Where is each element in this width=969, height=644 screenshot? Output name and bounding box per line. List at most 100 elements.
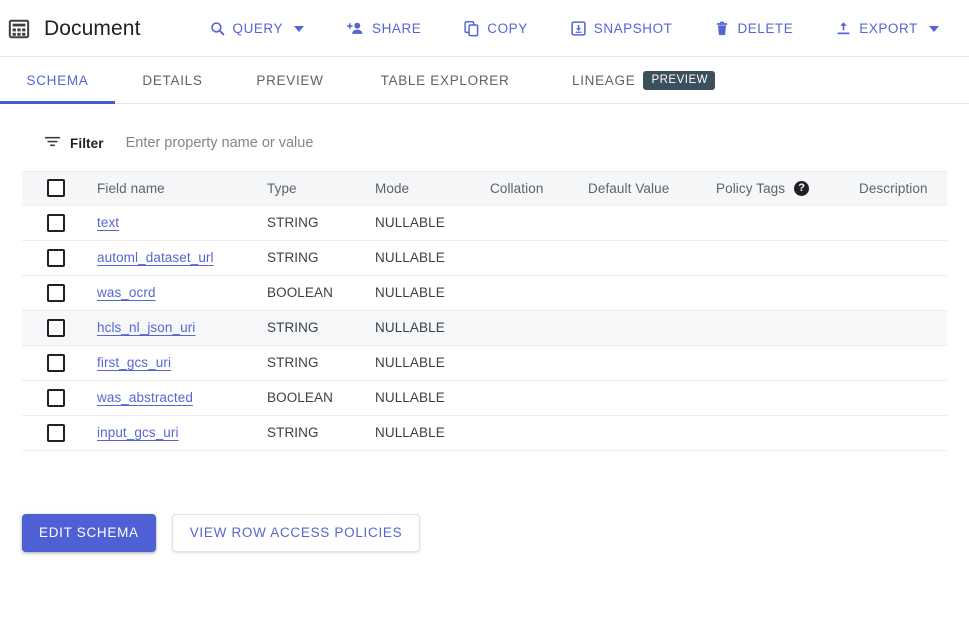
cell-collation <box>490 240 588 276</box>
tab-schema[interactable]: SCHEMA <box>0 57 115 104</box>
cell-mode: NULLABLE <box>375 240 490 276</box>
field-name-link[interactable]: text <box>97 215 119 230</box>
query-button[interactable]: QUERY <box>199 14 315 43</box>
field-name-link[interactable]: first_gcs_uri <box>97 355 171 370</box>
share-button[interactable]: SHARE <box>336 14 431 43</box>
page-title: Document <box>44 16 141 40</box>
cell-default-value <box>588 240 716 276</box>
cell-description <box>859 205 947 241</box>
table-row[interactable]: automl_dataset_url STRING NULLABLE <box>22 240 947 276</box>
cell-policy-tags <box>716 275 859 311</box>
cell-default-value <box>588 415 716 451</box>
cell-type: STRING <box>267 240 375 276</box>
column-header-mode[interactable]: Mode <box>375 172 490 206</box>
tab-table-explorer-label: TABLE EXPLORER <box>380 73 510 88</box>
export-button[interactable]: EXPORT <box>825 14 949 43</box>
cell-collation <box>490 345 588 381</box>
cell-type: STRING <box>267 205 375 241</box>
cell-default-value <box>588 275 716 311</box>
tab-schema-label: SCHEMA <box>26 73 89 88</box>
column-header-collation[interactable]: Collation <box>490 172 588 206</box>
copy-icon <box>463 20 480 37</box>
snapshot-label: SNAPSHOT <box>593 21 673 36</box>
tab-table-explorer[interactable]: TABLE EXPLORER <box>350 57 540 104</box>
filter-button[interactable]: Filter <box>22 130 110 156</box>
cell-collation <box>490 380 588 416</box>
toolbar-actions: QUERY SHARE COPY SNAPSHOT DELETE EXPORT <box>199 14 961 43</box>
cell-collation <box>490 310 588 346</box>
table-row[interactable]: hcls_nl_json_uri STRING NULLABLE <box>22 310 947 346</box>
snapshot-icon <box>570 20 587 37</box>
copy-button[interactable]: COPY <box>453 14 537 43</box>
column-header-policy-tags[interactable]: Policy Tags ? <box>716 172 859 206</box>
filter-input[interactable] <box>125 128 947 158</box>
field-name-link[interactable]: was_abstracted <box>97 390 193 405</box>
cell-policy-tags <box>716 310 859 346</box>
field-name-link[interactable]: automl_dataset_url <box>97 250 214 265</box>
cell-default-value <box>588 345 716 381</box>
cell-description <box>859 310 947 346</box>
field-name-link[interactable]: input_gcs_uri <box>97 425 179 440</box>
row-checkbox[interactable] <box>47 248 65 267</box>
row-checkbox[interactable] <box>47 388 65 407</box>
row-checkbox[interactable] <box>47 318 65 337</box>
table-row[interactable]: input_gcs_uri STRING NULLABLE <box>22 415 947 451</box>
cell-collation <box>490 205 588 241</box>
cell-policy-tags <box>716 415 859 451</box>
cell-policy-tags <box>716 205 859 241</box>
cell-policy-tags <box>716 345 859 381</box>
column-header-default-value[interactable]: Default Value <box>588 172 716 206</box>
preview-badge: PREVIEW <box>643 70 715 91</box>
cell-mode: NULLABLE <box>375 345 490 381</box>
row-select-cell <box>22 310 97 346</box>
cell-default-value <box>588 205 716 241</box>
table-row[interactable]: was_ocrd BOOLEAN NULLABLE <box>22 275 947 311</box>
table-row[interactable]: first_gcs_uri STRING NULLABLE <box>22 345 947 381</box>
table-row[interactable]: was_abstracted BOOLEAN NULLABLE <box>22 380 947 416</box>
edit-schema-button[interactable]: EDIT SCHEMA <box>22 513 156 552</box>
row-checkbox[interactable] <box>47 213 65 232</box>
row-select-cell <box>22 275 97 311</box>
tab-bar: SCHEMA DETAILS PREVIEW TABLE EXPLORER LI… <box>0 57 969 104</box>
query-label: QUERY <box>232 21 284 36</box>
delete-button[interactable]: DELETE <box>704 14 803 43</box>
table-body: text STRING NULLABLE automl_dataset_url … <box>22 205 947 451</box>
row-select-cell <box>22 415 97 451</box>
table-row[interactable]: text STRING NULLABLE <box>22 205 947 241</box>
tab-preview[interactable]: PREVIEW <box>230 57 350 104</box>
field-name-link[interactable]: hcls_nl_json_uri <box>97 320 195 335</box>
row-checkbox[interactable] <box>47 353 65 372</box>
cell-field-name: was_ocrd <box>97 275 267 311</box>
field-name-link[interactable]: was_ocrd <box>97 285 156 300</box>
chevron-down-icon <box>294 25 305 32</box>
cell-mode: NULLABLE <box>375 275 490 311</box>
export-icon <box>835 20 852 37</box>
top-toolbar: Document QUERY SHARE COPY SNAPSHOT DELET… <box>0 0 969 57</box>
tab-lineage-label: LINEAGE <box>572 73 636 88</box>
cell-default-value <box>588 310 716 346</box>
cell-field-name: text <box>97 205 267 241</box>
column-header-field-name[interactable]: Field name <box>97 172 267 206</box>
row-select-cell <box>22 205 97 241</box>
tab-details[interactable]: DETAILS <box>115 57 230 104</box>
row-select-cell <box>22 345 97 381</box>
cell-type: BOOLEAN <box>267 380 375 416</box>
cell-description <box>859 415 947 451</box>
column-header-type[interactable]: Type <box>267 172 375 206</box>
row-checkbox[interactable] <box>47 283 65 302</box>
row-checkbox[interactable] <box>47 423 65 442</box>
cell-type: BOOLEAN <box>267 275 375 311</box>
cell-field-name: automl_dataset_url <box>97 240 267 276</box>
cell-default-value <box>588 380 716 416</box>
select-all-checkbox[interactable] <box>47 179 65 198</box>
cell-field-name: was_abstracted <box>97 380 267 416</box>
tab-lineage[interactable]: LINEAGE PREVIEW <box>540 57 715 104</box>
cell-policy-tags <box>716 240 859 276</box>
table-grid-icon <box>0 0 38 57</box>
person-add-icon <box>346 20 365 37</box>
snapshot-button[interactable]: SNAPSHOT <box>560 14 683 43</box>
column-header-description[interactable]: Description <box>859 172 947 206</box>
tab-details-label: DETAILS <box>142 73 203 88</box>
help-icon[interactable]: ? <box>794 180 810 196</box>
view-row-access-policies-button[interactable]: VIEW ROW ACCESS POLICIES <box>171 513 421 552</box>
